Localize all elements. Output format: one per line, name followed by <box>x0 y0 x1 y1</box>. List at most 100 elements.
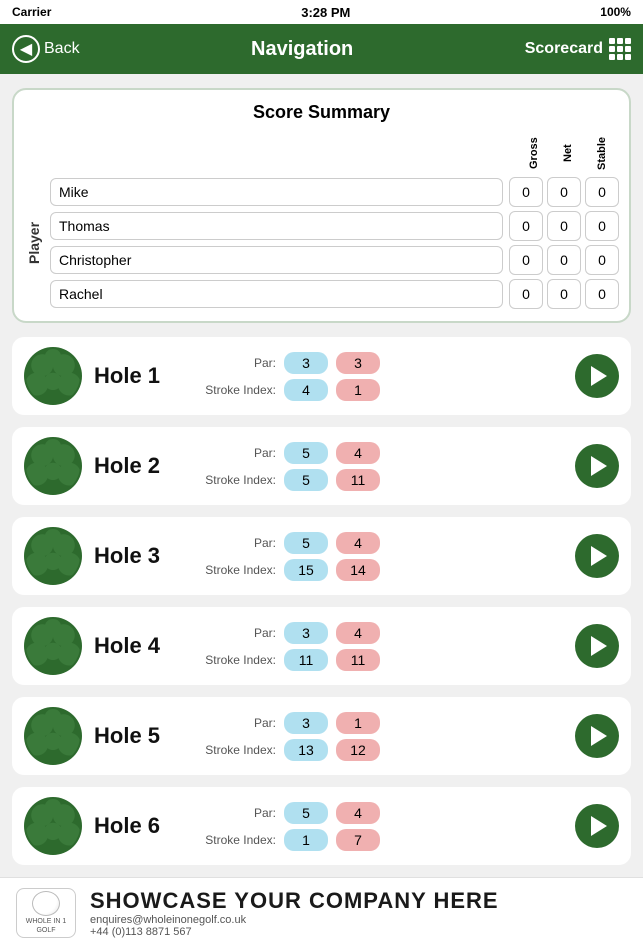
hole-3-play-button[interactable] <box>575 534 619 578</box>
hole-2-par-blue: 5 <box>284 442 328 464</box>
hole-6-par-blue: 5 <box>284 802 328 824</box>
player-row-1: 0 0 0 <box>50 211 619 241</box>
score-table: Player 0 0 0 0 0 0 <box>24 177 619 309</box>
scorecard-label: Scorecard <box>525 40 603 58</box>
hole-6-si-row: Stroke Index: 1 7 <box>196 829 563 851</box>
hole-1-details: Par: 3 3 Stroke Index: 4 1 <box>196 352 563 401</box>
gross-3: 0 <box>509 279 543 309</box>
player-vertical-label: Player <box>24 177 44 309</box>
footer-showcase: SHOWCASE YOUR COMPANY HERE <box>90 888 627 914</box>
hole-5-icon <box>24 707 82 765</box>
hole-row-1: Hole 1 Par: 3 3 Stroke Index: 4 1 <box>12 337 631 415</box>
player-input-2[interactable] <box>50 246 503 274</box>
hole-2-icon <box>24 437 82 495</box>
hole-2-par-row: Par: 5 4 <box>196 442 563 464</box>
player-row-2: 0 0 0 <box>50 245 619 275</box>
nav-bar: ◀ Back Navigation Scorecard <box>0 24 643 74</box>
hole-row-2: Hole 2 Par: 5 4 Stroke Index: 5 11 <box>12 427 631 505</box>
hole-4-par-blue: 3 <box>284 622 328 644</box>
back-button[interactable]: ◀ Back <box>12 35 80 63</box>
hole-row-3: Hole 3 Par: 5 4 Stroke Index: 15 14 <box>12 517 631 595</box>
si-label-1: Stroke Index: <box>196 383 276 397</box>
par-label-1: Par: <box>196 356 276 370</box>
hole-4-play-button[interactable] <box>575 624 619 668</box>
hole-6-si-blue: 1 <box>284 829 328 851</box>
nav-title: Navigation <box>251 38 353 61</box>
gross-2: 0 <box>509 245 543 275</box>
play-icon-4 <box>591 636 607 656</box>
gross-1: 0 <box>509 211 543 241</box>
hole-4-si-pink: 11 <box>336 649 380 671</box>
footer-text-block: SHOWCASE YOUR COMPANY HERE enquires@whol… <box>90 888 627 938</box>
hole-1-par-row: Par: 3 3 <box>196 352 563 374</box>
play-icon-5 <box>591 726 607 746</box>
hole-2-details: Par: 5 4 Stroke Index: 5 11 <box>196 442 563 491</box>
carrier-label: Carrier <box>12 5 51 19</box>
hole-5-name: Hole 5 <box>94 723 184 749</box>
hole-row-6: Hole 6 Par: 5 4 Stroke Index: 1 7 <box>12 787 631 865</box>
hole-3-si-blue: 15 <box>284 559 328 581</box>
si-label-6: Stroke Index: <box>196 833 276 847</box>
hole-3-name: Hole 3 <box>94 543 184 569</box>
hole-6-play-button[interactable] <box>575 804 619 848</box>
hole-3-par-blue: 5 <box>284 532 328 554</box>
par-label-4: Par: <box>196 626 276 640</box>
hole-6-par-pink: 4 <box>336 802 380 824</box>
play-icon-2 <box>591 456 607 476</box>
stable-0: 0 <box>585 177 619 207</box>
hole-5-par-pink: 1 <box>336 712 380 734</box>
play-icon-1 <box>591 366 607 386</box>
footer-phone: +44 (0)113 8871 567 <box>90 926 627 938</box>
hole-4-par-pink: 4 <box>336 622 380 644</box>
hole-2-si-blue: 5 <box>284 469 328 491</box>
player-input-3[interactable] <box>50 280 503 308</box>
back-arrow-icon: ◀ <box>12 35 40 63</box>
hole-4-details: Par: 3 4 Stroke Index: 11 11 <box>196 622 563 671</box>
player-input-0[interactable] <box>50 178 503 206</box>
gross-header: Gross <box>519 133 549 173</box>
hole-2-par-pink: 4 <box>336 442 380 464</box>
hole-3-si-row: Stroke Index: 15 14 <box>196 559 563 581</box>
stable-3: 0 <box>585 279 619 309</box>
hole-6-details: Par: 5 4 Stroke Index: 1 7 <box>196 802 563 851</box>
grid-icon <box>609 38 631 60</box>
hole-5-play-button[interactable] <box>575 714 619 758</box>
player-row-0: 0 0 0 <box>50 177 619 207</box>
hole-1-play-button[interactable] <box>575 354 619 398</box>
par-label-6: Par: <box>196 806 276 820</box>
stable-1: 0 <box>585 211 619 241</box>
hole-1-si-blue: 4 <box>284 379 328 401</box>
hole-3-si-pink: 14 <box>336 559 380 581</box>
hole-6-si-pink: 7 <box>336 829 380 851</box>
hole-2-si-row: Stroke Index: 5 11 <box>196 469 563 491</box>
hole-1-si-row: Stroke Index: 4 1 <box>196 379 563 401</box>
hole-2-si-pink: 11 <box>336 469 380 491</box>
hole-6-icon <box>24 797 82 855</box>
gross-0: 0 <box>509 177 543 207</box>
hole-1-icon <box>24 347 82 405</box>
hole-5-si-blue: 13 <box>284 739 328 761</box>
hole-2-play-button[interactable] <box>575 444 619 488</box>
score-summary-title: Score Summary <box>24 102 619 123</box>
hole-3-icon <box>24 527 82 585</box>
hole-6-par-row: Par: 5 4 <box>196 802 563 824</box>
hole-4-par-row: Par: 3 4 <box>196 622 563 644</box>
net-2: 0 <box>547 245 581 275</box>
net-header: Net <box>553 133 583 173</box>
si-label-5: Stroke Index: <box>196 743 276 757</box>
si-label-3: Stroke Index: <box>196 563 276 577</box>
holes-section: Hole 1 Par: 3 3 Stroke Index: 4 1 <box>0 337 643 865</box>
player-input-1[interactable] <box>50 212 503 240</box>
hole-4-name: Hole 4 <box>94 633 184 659</box>
time-label: 3:28 PM <box>301 5 350 20</box>
hole-3-details: Par: 5 4 Stroke Index: 15 14 <box>196 532 563 581</box>
footer-email: enquires@wholeinonegolf.co.uk <box>90 914 627 926</box>
hole-4-si-row: Stroke Index: 11 11 <box>196 649 563 671</box>
hole-row-4: Hole 4 Par: 3 4 Stroke Index: 11 11 <box>12 607 631 685</box>
par-label-5: Par: <box>196 716 276 730</box>
status-bar: Carrier 3:28 PM 100% <box>0 0 643 24</box>
net-0: 0 <box>547 177 581 207</box>
hole-5-si-pink: 12 <box>336 739 380 761</box>
scorecard-button[interactable]: Scorecard <box>525 38 631 60</box>
hole-1-par-pink: 3 <box>336 352 380 374</box>
